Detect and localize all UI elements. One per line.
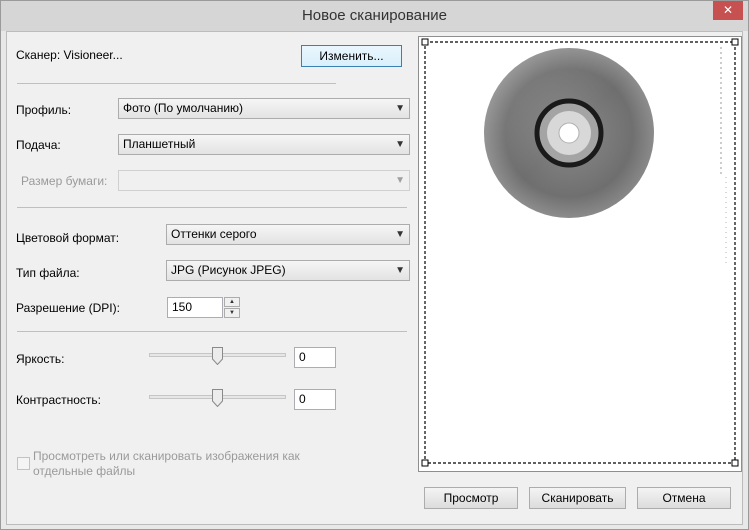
scan-window: Новое сканирование ✕ Сканер: Visioneer..… — [0, 0, 749, 530]
chevron-down-icon: ▼ — [395, 229, 405, 240]
brightness-input[interactable]: 0 — [294, 347, 336, 368]
file-type-value: JPG (Рисунок JPEG) — [171, 263, 286, 277]
color-format-dropdown[interactable]: Оттенки серого ▼ — [166, 224, 410, 245]
file-type-label: Тип файла: — [16, 266, 80, 280]
divider — [17, 207, 407, 208]
preview-button[interactable]: Просмотр — [424, 487, 518, 509]
down-arrow-icon[interactable]: ▼ — [224, 308, 240, 318]
paper-size-label: Размер бумаги: — [21, 174, 108, 188]
source-label: Подача: — [16, 138, 61, 152]
scan-preview-image — [421, 38, 739, 467]
contrast-input[interactable]: 0 — [294, 389, 336, 410]
close-button[interactable]: ✕ — [713, 1, 743, 20]
resolution-input[interactable]: 150 — [167, 297, 223, 318]
chevron-down-icon: ▼ — [395, 175, 405, 186]
file-type-dropdown[interactable]: JPG (Рисунок JPEG) ▼ — [166, 260, 410, 281]
separate-files-label-line2: отдельные файлы — [33, 464, 136, 478]
resize-handle[interactable] — [421, 38, 429, 46]
divider — [17, 83, 336, 84]
resolution-label: Разрешение (DPI): — [16, 301, 120, 315]
color-format-value: Оттенки серого — [171, 227, 257, 241]
profile-dropdown[interactable]: Фото (По умолчанию) ▼ — [118, 98, 410, 119]
resolution-spinner[interactable]: ▲ ▼ — [224, 297, 240, 318]
scanner-label: Сканер: Visioneer... — [16, 48, 123, 62]
chevron-down-icon: ▼ — [395, 139, 405, 150]
title-bar[interactable]: Новое сканирование ✕ — [1, 1, 748, 31]
contrast-label: Контрастность: — [16, 393, 102, 407]
resize-handle[interactable] — [421, 459, 429, 467]
cancel-button[interactable]: Отмена — [637, 487, 731, 509]
contrast-slider-thumb[interactable] — [212, 389, 223, 407]
paper-size-dropdown: ▼ — [118, 170, 410, 191]
separate-files-checkbox — [17, 457, 30, 470]
separate-files-label-line1: Просмотреть или сканировать изображения … — [33, 449, 300, 463]
resize-handle[interactable] — [731, 38, 739, 46]
divider — [17, 331, 407, 332]
profile-value: Фото (По умолчанию) — [123, 101, 244, 115]
source-value: Планшетный — [123, 137, 196, 151]
brightness-slider-thumb[interactable] — [212, 347, 223, 365]
profile-label: Профиль: — [16, 103, 72, 117]
color-format-label: Цветовой формат: — [16, 231, 120, 245]
window-title: Новое сканирование — [301, 7, 448, 24]
chevron-down-icon: ▼ — [395, 265, 405, 276]
close-icon: ✕ — [722, 3, 734, 17]
disc-center-hole — [558, 122, 580, 144]
brightness-label: Яркость: — [16, 352, 65, 366]
scan-button[interactable]: Сканировать — [529, 487, 626, 509]
change-scanner-button[interactable]: Изменить... — [301, 45, 402, 67]
preview-area[interactable] — [418, 36, 742, 472]
chevron-down-icon: ▼ — [395, 103, 405, 114]
source-dropdown[interactable]: Планшетный ▼ — [118, 134, 410, 155]
resize-handle[interactable] — [731, 459, 739, 467]
up-arrow-icon[interactable]: ▲ — [224, 297, 240, 307]
